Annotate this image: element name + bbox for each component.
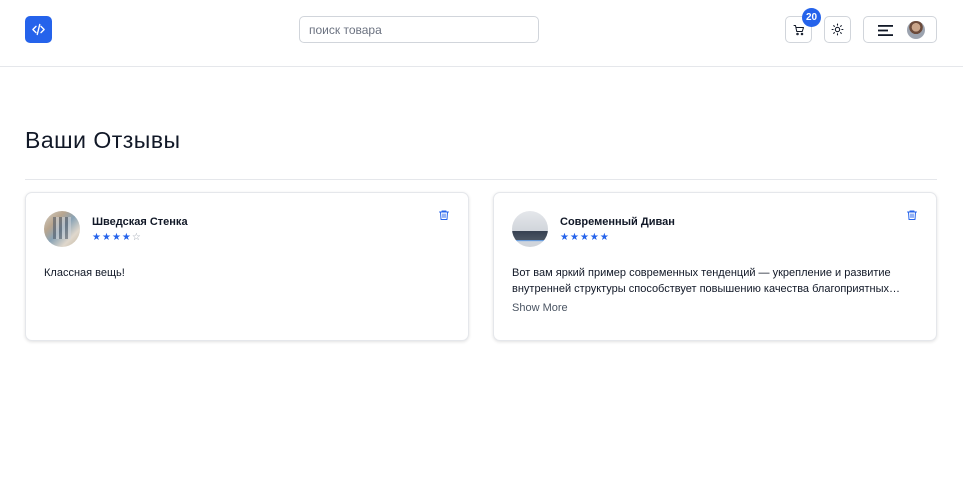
trash-icon[interactable] [438, 209, 450, 221]
rating-stars: ★ ★ ★ ★ ☆ [92, 233, 141, 243]
star-filled-icon: ★ [111, 232, 121, 243]
product-name[interactable]: Шведская Стенка [92, 216, 188, 228]
star-filled-icon: ★ [599, 232, 609, 243]
search-input[interactable] [299, 16, 539, 43]
menu-icon [878, 25, 893, 36]
show-more-button[interactable]: Show More [512, 302, 568, 314]
theme-toggle-button[interactable] [824, 16, 851, 43]
logo-button[interactable] [25, 16, 52, 43]
rating-stars: ★ ★ ★ ★ ★ [560, 233, 609, 243]
code-icon [32, 23, 45, 36]
product-thumbnail[interactable] [44, 211, 80, 247]
product-thumbnail[interactable] [512, 211, 548, 247]
cart-count-badge: 20 [802, 8, 821, 27]
review-card: Шведская Стенка ★ ★ ★ ★ ☆ Классная вещь! [25, 192, 469, 341]
title-divider [25, 179, 937, 180]
page-title: Ваши Отзывы [25, 127, 181, 153]
star-filled-icon: ★ [569, 232, 579, 243]
product-name[interactable]: Современный Диван [560, 216, 675, 228]
trash-icon[interactable] [906, 209, 918, 221]
star-filled-icon: ★ [121, 232, 131, 243]
review-text: Классная вещь! [44, 267, 125, 279]
star-filled-icon: ★ [92, 232, 101, 243]
sun-icon [831, 23, 844, 36]
cart-icon [793, 24, 804, 35]
top-header: 20 [0, 0, 963, 67]
user-menu-button[interactable] [863, 16, 937, 43]
review-text: Вот вам яркий пример современных тенденц… [512, 267, 891, 295]
star-filled-icon: ★ [579, 232, 589, 243]
star-filled-icon: ★ [560, 232, 569, 243]
star-empty-icon: ☆ [131, 232, 141, 243]
star-filled-icon: ★ [101, 232, 111, 243]
star-filled-icon: ★ [589, 232, 599, 243]
user-avatar [907, 21, 925, 39]
review-card: Современный Диван ★ ★ ★ ★ ★ Вот вам яркий пр… [493, 192, 937, 341]
